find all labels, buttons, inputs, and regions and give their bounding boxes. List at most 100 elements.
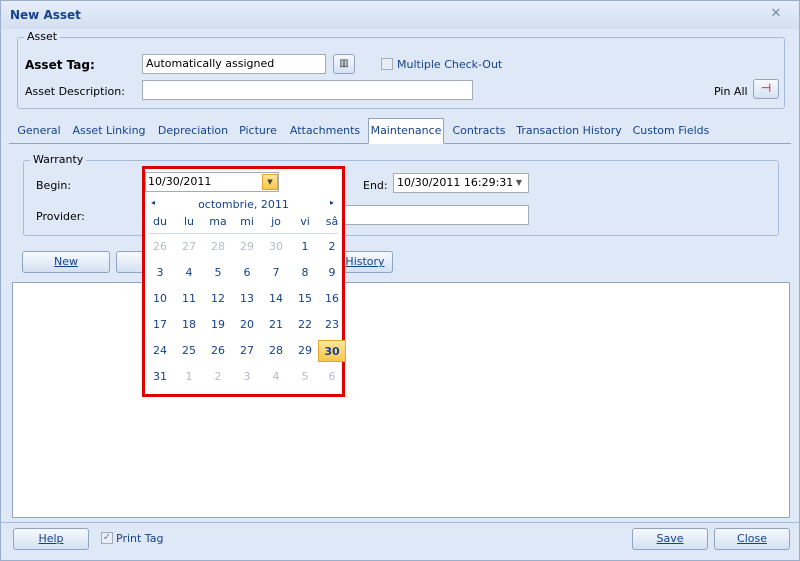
calendar-day[interactable]: 5 [291,366,319,388]
calendar-day[interactable]: 21 [262,314,290,336]
calendar-day-name: du [153,215,167,228]
end-date-field[interactable]: 10/30/2011 16:29:31 ▼ [393,173,529,193]
calendar-header: ◂ octombrie, 2011 ▸ [145,195,342,213]
close-button[interactable]: Close [714,528,790,550]
asset-tag-field[interactable]: Automatically assigned [142,54,326,74]
calendar-day[interactable]: 4 [262,366,290,388]
new-button[interactable]: New [22,251,110,273]
end-dropdown-icon[interactable]: ▼ [512,176,526,190]
warranty-legend: Warranty [30,153,87,166]
help-button[interactable]: Help [13,528,89,550]
calendar-day[interactable]: 20 [233,314,261,336]
calendar-day[interactable]: 6 [318,366,346,388]
save-button[interactable]: Save [632,528,708,550]
calendar-day[interactable]: 27 [175,236,203,258]
calendar-day[interactable]: 28 [262,340,290,362]
calendar-day[interactable]: 11 [175,288,203,310]
title-bar[interactable]: New Asset ✕ [1,1,799,29]
asset-description-field[interactable] [142,80,473,100]
calendar-day[interactable]: 13 [233,288,261,310]
calendar-day[interactable]: 24 [146,340,174,362]
close-icon[interactable]: ✕ [769,7,783,21]
new-asset-window: New Asset ✕ Asset Asset Tag: Automatical… [0,0,800,561]
begin-date-value: 10/30/2011 [148,175,212,188]
asset-description-label: Asset Description: [25,85,125,98]
calendar-day[interactable]: 5 [204,262,232,284]
multiple-checkout-checkbox[interactable] [381,58,393,70]
tab-attachments[interactable]: Attachments [289,119,361,143]
calendar-day[interactable]: 10 [146,288,174,310]
asset-group-legend: Asset [24,30,61,43]
end-date-value: 10/30/2011 16:29:31 [397,176,514,189]
tab-maintenance[interactable]: Maintenance [368,118,444,144]
footer-divider [1,522,799,523]
calendar-day[interactable]: 2 [318,236,346,258]
calendar-day[interactable]: 19 [204,314,232,336]
tab-contracts[interactable]: Contracts [451,119,507,143]
calendar-day[interactable]: 3 [146,262,174,284]
print-tag-checkbox[interactable]: ✓ [101,532,113,544]
calendar-day[interactable]: 9 [318,262,346,284]
close-button-label: Close [737,532,767,545]
maintenance-list[interactable] [12,282,790,518]
begin-label: Begin: [36,179,72,192]
next-month-icon[interactable]: ▸ [330,198,334,207]
calendar-day[interactable]: 28 [204,236,232,258]
calendar-day[interactable]: 16 [318,288,346,310]
calendar-day[interactable]: 18 [175,314,203,336]
end-label: End: [363,179,388,192]
tab-bar: General Asset Linking Depreciation Pictu… [9,118,791,144]
calendar-day-name: vi [300,215,310,228]
calendar-day[interactable]: 8 [291,262,319,284]
tab-transaction-history[interactable]: Transaction History [515,119,623,143]
tab-custom-fields[interactable]: Custom Fields [631,119,711,143]
calendar-day[interactable]: 26 [204,340,232,362]
pin-all-button[interactable]: ⊣ [753,79,779,99]
calendar-day-name: jo [271,215,281,228]
provider-field[interactable] [344,205,529,225]
begin-date-field[interactable]: 10/30/2011 [145,172,279,192]
calendar-day[interactable]: 3 [233,366,261,388]
barcode-icon: ▥ [339,58,349,69]
tab-general[interactable]: General [13,119,65,143]
calendar-day[interactable]: 29 [233,236,261,258]
window-title: New Asset [10,8,81,22]
tab-picture[interactable]: Picture [237,119,279,143]
calendar-month-title: octombrie, 2011 [198,198,289,211]
calendar-day[interactable]: 22 [291,314,319,336]
print-tag-label: Print Tag [116,532,164,545]
calendar-day[interactable]: 23 [318,314,346,336]
calendar-day[interactable]: 27 [233,340,261,362]
calendar-day-name: lu [183,215,195,228]
pin-icon: ⊣ [760,81,772,95]
calendar-day-name: ma [209,215,227,228]
provider-label: Provider: [36,210,85,223]
calendar-day[interactable]: 25 [175,340,203,362]
calendar-day[interactable]: 17 [146,314,174,336]
calendar-day[interactable]: 30 [262,236,290,258]
calendar-day[interactable]: 30 [318,340,346,362]
calendar-day[interactable]: 1 [291,236,319,258]
calendar-day[interactable]: 29 [291,340,319,362]
calendar-day[interactable]: 7 [262,262,290,284]
calendar-day[interactable]: 26 [146,236,174,258]
begin-dropdown-icon[interactable]: ▼ [262,174,278,190]
pin-all-label: Pin All [714,85,748,98]
tab-depreciation[interactable]: Depreciation [155,119,231,143]
new-button-label: New [54,255,78,268]
calendar-day-name: mi [240,215,254,228]
calendar-day[interactable]: 2 [204,366,232,388]
calendar-day[interactable]: 15 [291,288,319,310]
calendar-day[interactable]: 31 [146,366,174,388]
save-button-label: Save [656,532,684,545]
calendar-day[interactable]: 12 [204,288,232,310]
calendar-day[interactable]: 1 [175,366,203,388]
calendar-day[interactable]: 4 [175,262,203,284]
calendar-day[interactable]: 6 [233,262,261,284]
calendar-day[interactable]: 14 [262,288,290,310]
tab-asset-linking[interactable]: Asset Linking [71,119,147,143]
multiple-checkout-label: Multiple Check-Out [397,58,503,71]
barcode-button[interactable]: ▥ [333,54,355,74]
help-button-label: Help [38,532,64,545]
calendar-divider [149,233,338,234]
